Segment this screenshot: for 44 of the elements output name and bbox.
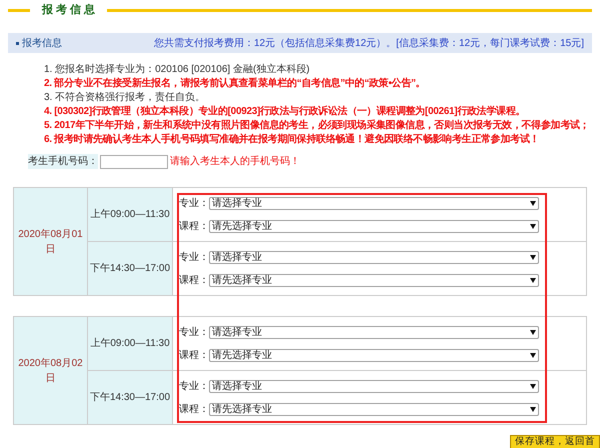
select-field[interactable]: 请选择专业: [209, 250, 539, 264]
field-label: 专业：: [179, 196, 209, 210]
notice-text: 1. 您报名时选择专业为：020106 [020106] 金融(独立本科段): [44, 63, 311, 76]
select-field[interactable]: 请选择专业: [209, 380, 539, 392]
dropdown-arrow-icon: [530, 384, 536, 388]
select-field[interactable]: 请选择专业: [209, 326, 539, 338]
field-label: 课程：: [179, 348, 209, 362]
notice-text: 4. [030302]行政管理（独立本科段）专业的[00923]行政法与行政诉讼法（一）课程调整为[00261]行政法学课程。: [44, 105, 526, 118]
field-label: 专业：: [179, 250, 209, 264]
dropdown-arrow-icon: [530, 278, 536, 282]
field-label: 专业：: [179, 326, 209, 340]
field-label: 课程：: [179, 220, 209, 234]
select-field[interactable]: 请先选择专业: [209, 402, 539, 416]
page-title: 报 考 信 息: [40, 2, 96, 18]
bullet-icon: [16, 42, 19, 44]
notice-text: 6. 报考时请先确认考生本人手机号码填写准确并在报考期间保持联络畅通！避免因联络不畅影响考生正常参加考试！: [44, 133, 540, 146]
dropdown-arrow-icon: [530, 200, 536, 206]
phone-label: 考生手机号码：: [28, 154, 98, 169]
field-label: 课程：: [179, 274, 209, 288]
date-cell: 2020年08月02日: [14, 317, 88, 424]
dropdown-arrow-icon: [530, 224, 536, 228]
dropdown-arrow-icon: [530, 254, 536, 260]
select-field[interactable]: 请先选择专业: [209, 220, 539, 232]
section-label: 报考信息: [22, 36, 62, 50]
time-cell: 上午09:00—11:30: [88, 317, 173, 370]
time-cell: 下午14:30—17:00: [88, 242, 173, 295]
field-label: 专业：: [179, 380, 209, 394]
dropdown-arrow-icon: [530, 406, 536, 412]
notice-text: 2. 部分专业不在接受新生报名，请报考前认真查看菜单栏的“自考信息”中的“政策•公告”。: [44, 77, 426, 90]
time-cell: 上午09:00—11:30: [88, 188, 173, 241]
phone-hint: 请输入考生本人的手机号码！: [170, 154, 300, 169]
select-field[interactable]: 请先选择专业: [209, 274, 539, 286]
select-field[interactable]: 请先选择专业: [209, 348, 539, 362]
select-field[interactable]: 请选择专业: [209, 196, 539, 210]
dropdown-arrow-icon: [530, 352, 536, 358]
fee-summary: 您共需支付报考费用：12元（包括信息采集费12元）。[信息采集费：12元，每门课考试费：15元]: [154, 36, 584, 50]
field-label: 课程：: [179, 402, 209, 416]
save-button[interactable]: 保存课程，返回首: [510, 435, 600, 448]
dropdown-arrow-icon: [530, 330, 536, 334]
notice-text: 3. 不符合资格强行报考，责任自负。: [44, 91, 206, 104]
phone-input[interactable]: [100, 154, 168, 168]
time-cell: 下午14:30—17:00: [88, 371, 173, 424]
notice-text: 5. 2017年下半年开始，新生和系统中没有照片图像信息的考生，必须到现场采集图像信息，否则当次报考无效，不得参加考试；: [44, 119, 590, 132]
date-cell: 2020年08月01日: [14, 188, 88, 295]
